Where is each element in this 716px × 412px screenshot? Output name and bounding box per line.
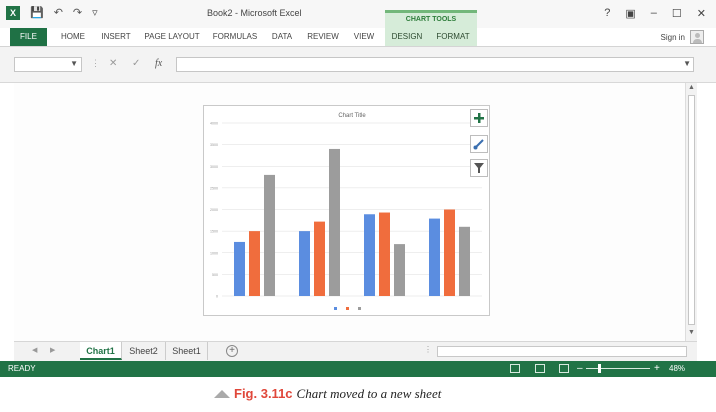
excel-logo-icon: X <box>6 6 20 20</box>
figure-caption-text: Chart moved to a new sheet <box>296 386 442 401</box>
chart-area[interactable]: Chart Title 0 500 1000 1500 2000 2500 3000 3500 4… <box>203 105 490 316</box>
y-tick-label: 1000 <box>210 251 218 255</box>
y-tick-label: 3000 <box>210 165 218 169</box>
y-tick-label: 2500 <box>210 186 218 190</box>
chart-tools-group-label: CHART TOOLS <box>385 10 477 28</box>
expand-formula-bar-icon[interactable]: ▼ <box>683 59 691 68</box>
chart-bar <box>314 221 325 296</box>
status-bar: READY – + 48% <box>0 361 716 377</box>
plus-icon <box>474 113 484 123</box>
chart-bar <box>234 241 245 296</box>
y-tick-label: 4000 <box>210 122 218 126</box>
zoom-slider-thumb[interactable] <box>598 364 601 373</box>
customize-qat-icon[interactable]: ▿ <box>92 6 98 20</box>
sheet-tab-sheet2[interactable]: Sheet2 <box>122 342 166 360</box>
chart-title: Chart Title <box>338 113 366 119</box>
close-icon[interactable]: ✕ <box>697 7 706 20</box>
redo-icon[interactable]: ↷ <box>73 6 82 20</box>
chart-bar <box>444 209 455 296</box>
tab-design[interactable]: DESIGN <box>385 28 429 46</box>
insert-function-icon[interactable]: fx <box>155 58 162 69</box>
legend-swatch <box>334 307 337 310</box>
legend-swatch <box>346 307 349 310</box>
y-tick-label: 3500 <box>210 143 218 147</box>
chart-bar <box>364 214 375 296</box>
y-tick-label: 500 <box>212 273 218 277</box>
horizontal-scrollbar[interactable] <box>437 346 687 357</box>
legend-swatch <box>358 307 361 310</box>
y-tick-label: 2000 <box>210 208 218 212</box>
save-icon[interactable]: 💾 <box>30 6 44 20</box>
tab-home[interactable]: HOME <box>55 28 91 46</box>
tab-review[interactable]: REVIEW <box>303 28 343 46</box>
window-controls: ? ▣ – ☐ ✕ <box>604 7 706 20</box>
previous-sheet-icon[interactable]: ◀ <box>32 346 37 354</box>
sign-in-label[interactable]: Sign in <box>661 33 685 42</box>
chart-bar <box>459 226 470 296</box>
triangle-icon <box>214 390 230 398</box>
zoom-out-icon[interactable]: – <box>577 363 583 374</box>
page-layout-view-icon[interactable] <box>535 364 545 373</box>
title-bar: X 💾 ↶ ↷ ▿ Book2 - Microsoft Excel CHART … <box>0 0 716 28</box>
y-tick-label: 0 <box>216 295 218 299</box>
minimize-icon[interactable]: – <box>651 7 657 20</box>
vertical-scroll-thumb[interactable] <box>688 95 695 325</box>
chart-filters-button[interactable] <box>470 159 488 177</box>
chart-bar <box>329 148 340 296</box>
filter-icon <box>474 163 484 173</box>
tab-data[interactable]: DATA <box>267 28 297 46</box>
figure-label: Fig. 3.11c <box>234 386 293 401</box>
chart-bar <box>394 244 405 296</box>
tab-format[interactable]: FORMAT <box>429 28 477 46</box>
help-icon[interactable]: ? <box>604 7 610 20</box>
zoom-in-icon[interactable]: + <box>654 363 660 374</box>
chart-bar <box>264 174 275 296</box>
chart-bar <box>299 231 310 296</box>
enter-icon[interactable]: ✓ <box>132 58 140 69</box>
name-box[interactable]: ▼ <box>14 57 82 72</box>
y-tick-label: 1500 <box>210 230 218 234</box>
chart-plot: Chart Title 0 500 1000 1500 2000 2500 3000 3500 4… <box>210 113 482 310</box>
chart-styles-button[interactable] <box>470 135 488 153</box>
vertical-scrollbar[interactable]: ▲ ▼ <box>685 83 697 341</box>
formula-bar-grip-icon: ⋮ <box>91 58 100 68</box>
tab-formulas[interactable]: FORMULAS <box>209 28 261 46</box>
page-break-view-icon[interactable] <box>559 364 569 373</box>
sign-in[interactable]: Sign in <box>661 30 704 44</box>
tab-view[interactable]: VIEW <box>349 28 379 46</box>
status-text: READY <box>8 364 36 373</box>
tab-insert[interactable]: INSERT <box>97 28 135 46</box>
cancel-icon[interactable]: ✕ <box>109 58 117 69</box>
tab-page-layout[interactable]: PAGE LAYOUT <box>141 28 203 46</box>
sheet-tab-sheet1[interactable]: Sheet1 <box>166 342 208 360</box>
sheet-tab-chart1[interactable]: Chart1 <box>80 342 122 360</box>
quick-access-toolbar: X 💾 ↶ ↷ ▿ <box>6 6 98 20</box>
ribbon-tabs: FILE HOME INSERT PAGE LAYOUT FORMULAS DA… <box>0 28 716 47</box>
window-title: Book2 - Microsoft Excel <box>207 8 302 18</box>
chevron-down-icon[interactable]: ▼ <box>70 59 78 68</box>
chart-bar <box>249 231 260 296</box>
paintbrush-icon <box>473 139 484 150</box>
chart-bar <box>379 212 390 296</box>
chart-elements-button[interactable] <box>470 109 488 127</box>
tab-split-handle-icon[interactable]: ⋮ <box>424 345 432 354</box>
scroll-down-icon[interactable]: ▼ <box>688 329 695 336</box>
avatar[interactable] <box>690 30 704 44</box>
formula-bar: ▼ ⋮ ✕ ✓ fx ▼ <box>0 47 716 83</box>
sheet-tab-bar: ◀ ▶ Chart1 Sheet2 Sheet1 + ⋮ <box>14 341 697 361</box>
maximize-icon[interactable]: ☐ <box>672 7 682 20</box>
zoom-slider[interactable] <box>586 368 650 369</box>
formula-input[interactable]: ▼ <box>176 57 694 72</box>
next-sheet-icon[interactable]: ▶ <box>50 346 55 354</box>
scroll-up-icon[interactable]: ▲ <box>688 84 695 91</box>
ribbon-display-options-icon[interactable]: ▣ <box>625 7 635 20</box>
chart-bar <box>429 218 440 296</box>
normal-view-icon[interactable] <box>510 364 520 373</box>
undo-icon[interactable]: ↶ <box>54 6 63 20</box>
tab-file[interactable]: FILE <box>10 28 47 46</box>
new-sheet-button[interactable]: + <box>226 345 238 357</box>
zoom-level[interactable]: 48% <box>669 364 685 373</box>
figure-caption: Fig. 3.11c Chart moved to a new sheet <box>214 386 441 402</box>
